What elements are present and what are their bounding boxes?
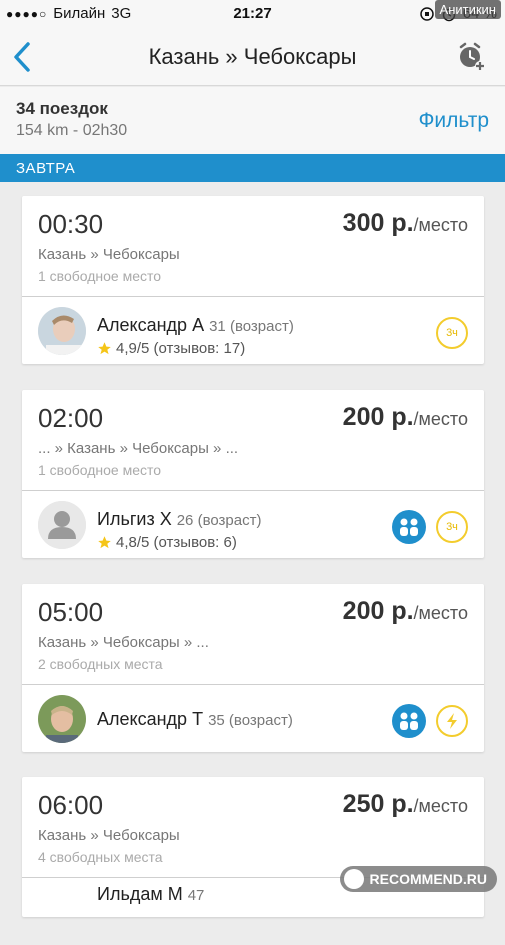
star-icon bbox=[98, 342, 111, 355]
default-avatar-icon[interactable] bbox=[38, 501, 86, 549]
driver-name-line: Ильгиз Х 26 (возраст) bbox=[97, 509, 261, 530]
trip-count: 34 поездок bbox=[16, 99, 108, 118]
trip-details[interactable]: 00:30 300 р./место Казань » Чебоксары 1 … bbox=[22, 196, 484, 297]
driver-row[interactable]: Александр А 31 (возраст) 4,9/5 (отзывов:… bbox=[22, 297, 484, 364]
trip-price: 200 р./место bbox=[343, 403, 468, 432]
departure-time: 05:00 bbox=[38, 597, 104, 627]
driver-name: Александр Т bbox=[97, 709, 204, 729]
price-unit: /место bbox=[413, 603, 468, 623]
rating-text: 4,9/5 (отзывов: 17) bbox=[116, 340, 246, 357]
driver-age: 26 (возраст) bbox=[176, 512, 262, 529]
star-icon bbox=[98, 536, 111, 549]
trip-price: 250 р./место bbox=[343, 790, 468, 819]
price-unit: /место bbox=[413, 796, 468, 816]
driver-age: 35 (возраст) bbox=[208, 712, 293, 729]
departure-time: 00:30 bbox=[38, 209, 104, 239]
trip-route: Казань » Чебоксары bbox=[38, 827, 180, 844]
recommend-logo-icon bbox=[343, 869, 364, 889]
driver-row[interactable]: Александр Т 35 (возраст) bbox=[22, 685, 484, 752]
departure-time: 02:00 bbox=[38, 403, 104, 433]
status-bar: ●●●●○ Билайн 3G 21:27 64 % Анитикин bbox=[0, 0, 505, 28]
trip-card[interactable]: 05:00 200 р./место Казань » Чебоксары » … bbox=[22, 584, 484, 752]
available-seats: 2 свободных места bbox=[38, 656, 163, 672]
trip-card[interactable]: 00:30 300 р./место Казань » Чебоксары 1 … bbox=[22, 196, 484, 364]
driver-name: Ильдам М bbox=[97, 884, 183, 904]
filter-button[interactable]: Фильтр bbox=[418, 109, 489, 133]
trip-card[interactable]: 02:00 200 р./место ... » Казань » Чебокс… bbox=[22, 390, 484, 558]
price-value: 200 р. bbox=[342, 403, 414, 431]
trip-details[interactable]: 06:00 250 р./место Казань » Чебоксары 4 … bbox=[22, 777, 484, 878]
two-people-icon bbox=[392, 704, 426, 738]
driver-rating: 4,8/5 (отзывов: 6) bbox=[97, 534, 237, 551]
rating-text: 4,8/5 (отзывов: 6) bbox=[116, 534, 237, 551]
trip-card[interactable]: 06:00 250 р./место Казань » Чебоксары 4 … bbox=[22, 777, 484, 917]
driver-avatar[interactable] bbox=[38, 307, 86, 355]
driver-age: 47 bbox=[187, 887, 205, 904]
distance-duration: 154 km - 02h30 bbox=[16, 122, 128, 139]
trip-price: 300 р./место bbox=[343, 209, 468, 238]
watermark-text: RECOMMEND.RU bbox=[369, 871, 487, 887]
driver-row[interactable]: Ильгиз Х 26 (возраст) 4,8/5 (отзывов: 6)… bbox=[22, 491, 484, 558]
two-people-icon bbox=[392, 510, 426, 544]
add-alert-button[interactable] bbox=[455, 40, 487, 72]
driver-name-line: Ильдам М 47 bbox=[97, 884, 204, 905]
lightning-icon bbox=[436, 705, 468, 737]
trip-price: 200 р./место bbox=[343, 597, 468, 626]
watermark-bottom: RECOMMEND.RU bbox=[339, 866, 497, 892]
rotation-lock-icon bbox=[420, 6, 434, 21]
price-unit: /место bbox=[413, 215, 468, 235]
price-value: 200 р. bbox=[342, 597, 414, 625]
alarm-add-icon bbox=[459, 42, 485, 71]
price-value: 250 р. bbox=[342, 790, 414, 818]
driver-avatar[interactable] bbox=[38, 695, 86, 743]
driver-name: Александр А bbox=[97, 315, 205, 335]
trip-route: Казань » Чебоксары bbox=[38, 246, 180, 263]
watermark-top: Анитикин bbox=[434, 0, 501, 19]
three-hours-icon: 3ч bbox=[436, 511, 468, 543]
section-header-tomorrow: ЗАВТРА bbox=[0, 154, 505, 182]
departure-time: 06:00 bbox=[38, 790, 104, 820]
page-title: Казань » Чебоксары bbox=[148, 44, 357, 69]
driver-name-line: Александр Т 35 (возраст) bbox=[97, 709, 293, 730]
available-seats: 1 свободное место bbox=[38, 268, 162, 284]
trip-summary: 34 поездок 154 km - 02h30 Фильтр bbox=[0, 87, 505, 154]
navigation-bar: Казань » Чебоксары bbox=[0, 28, 505, 86]
driver-rating: 4,9/5 (отзывов: 17) bbox=[97, 340, 245, 357]
trip-route: ... » Казань » Чебоксары » ... bbox=[38, 440, 239, 457]
price-value: 300 р. bbox=[342, 209, 414, 237]
three-hours-icon: 3ч bbox=[436, 317, 468, 349]
price-unit: /место bbox=[413, 409, 468, 429]
available-seats: 1 свободное место bbox=[38, 462, 162, 478]
driver-age: 31 (возраст) bbox=[209, 318, 294, 335]
trip-details[interactable]: 05:00 200 р./место Казань » Чебоксары » … bbox=[22, 584, 484, 685]
driver-name: Ильгиз Х bbox=[97, 509, 172, 529]
trip-route: Казань » Чебоксары » ... bbox=[38, 634, 209, 651]
driver-name-line: Александр А 31 (возраст) bbox=[97, 315, 294, 336]
trip-details[interactable]: 02:00 200 р./место ... » Казань » Чебокс… bbox=[22, 390, 484, 491]
available-seats: 4 свободных места bbox=[38, 849, 163, 865]
